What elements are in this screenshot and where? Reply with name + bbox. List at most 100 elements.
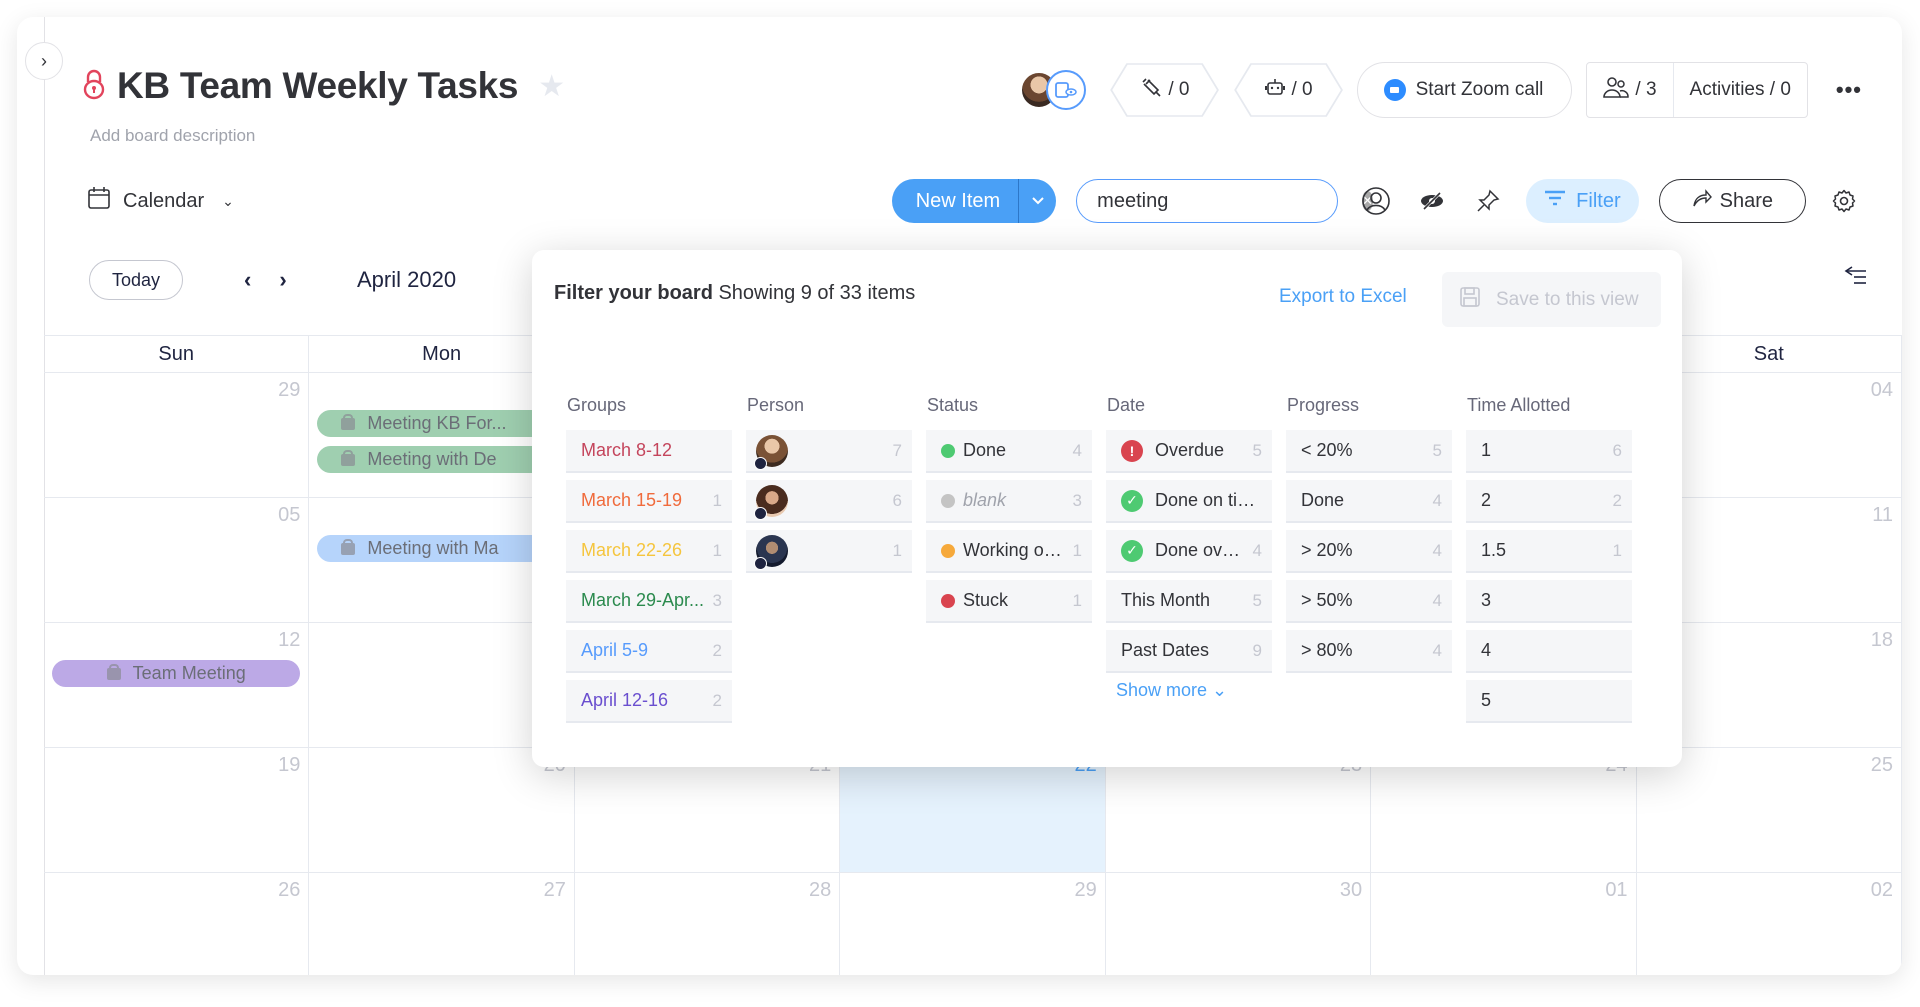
option-count: 5 xyxy=(1432,440,1442,460)
filter-option[interactable]: Past Dates 9 xyxy=(1106,630,1272,673)
board-subscribers[interactable] xyxy=(1020,70,1087,110)
filter-option[interactable]: April 12-16 2 xyxy=(566,680,732,723)
calendar-day-cell[interactable]: 05 xyxy=(44,498,310,623)
share-arrow-icon xyxy=(1692,189,1712,213)
settings-gear-icon[interactable] xyxy=(1826,183,1862,219)
calendar-day-cell[interactable]: 29 xyxy=(840,873,1106,975)
filter-column-date: Date! Overdue 5 ✓ Done on time ✓ Done overdue4… xyxy=(1106,395,1272,730)
option-label: March 29-Apr... xyxy=(581,590,705,610)
option-label: 3 xyxy=(1481,590,1492,610)
filter-option[interactable]: > 80% 4 xyxy=(1286,630,1452,673)
automations-button[interactable]: / 0 xyxy=(1233,63,1343,117)
calendar-day-cell[interactable]: 29 xyxy=(44,373,310,498)
save-to-view-button[interactable]: Save to this view xyxy=(1442,272,1661,327)
calendar-day-cell[interactable]: 19 xyxy=(44,748,310,873)
calendar-day-cell[interactable]: 20 xyxy=(309,748,575,873)
new-item-button[interactable]: New Item xyxy=(891,179,1057,223)
filter-option[interactable]: 6 xyxy=(746,480,912,523)
option-count: 1 xyxy=(1072,540,1082,560)
person-filter-icon[interactable] xyxy=(1358,183,1394,219)
members-activities-group: / 3 Activities / 0 xyxy=(1586,62,1808,118)
filter-option[interactable]: March 29-Apr... 3 xyxy=(566,580,732,623)
view-selector[interactable]: Calendar ⌄ xyxy=(87,177,234,225)
board-header: KB Team Weekly Tasks ★ xyxy=(83,65,565,107)
calendar-day-cell[interactable]: 28 xyxy=(575,873,841,975)
pin-icon[interactable] xyxy=(1470,183,1506,219)
calendar-day-cell[interactable]: 01 xyxy=(1371,873,1637,975)
person-avatar xyxy=(754,534,788,570)
option-count: 2 xyxy=(712,690,722,710)
filter-option[interactable]: Done 4 xyxy=(1286,480,1452,523)
status-dot-icon xyxy=(941,543,955,558)
calendar-day-cell[interactable]: 30 xyxy=(1106,873,1372,975)
filter-option[interactable]: > 50% 4 xyxy=(1286,580,1452,623)
board-title[interactable]: KB Team Weekly Tasks xyxy=(117,65,519,107)
calendar-day-cell[interactable]: 27 xyxy=(309,873,575,975)
filter-option[interactable]: 1 xyxy=(746,530,912,573)
integrations-button[interactable]: / 0 xyxy=(1110,63,1220,117)
calendar-day-cell[interactable]: 25 xyxy=(1636,748,1902,873)
filter-option[interactable]: > 20% 4 xyxy=(1286,530,1452,573)
filter-option[interactable]: March 22-26 1 xyxy=(566,530,732,573)
export-to-excel-link[interactable]: Export to Excel xyxy=(1279,286,1407,308)
calendar-day-cell[interactable]: 12 Team Meeting xyxy=(44,623,310,748)
board-description[interactable]: Add board description xyxy=(90,126,255,146)
expand-sidebar-button[interactable]: › xyxy=(25,42,63,80)
new-item-dropdown-chevron-icon[interactable] xyxy=(1018,179,1056,223)
more-options-icon[interactable]: ••• xyxy=(1836,77,1862,103)
favorite-star-icon[interactable]: ★ xyxy=(538,69,565,104)
filter-option[interactable]: ✓ Done overdue4 xyxy=(1106,530,1272,573)
calendar-event[interactable]: Team Meeting xyxy=(52,660,301,687)
filter-option[interactable]: This Month 5 xyxy=(1106,580,1272,623)
activities-button[interactable]: Activities / 0 xyxy=(1674,79,1807,101)
calendar-menu-icon[interactable] xyxy=(1844,264,1868,291)
filter-option[interactable]: Stuck 1 xyxy=(926,580,1092,623)
option-label: > 20% xyxy=(1301,540,1353,560)
filter-option[interactable]: March 15-19 1 xyxy=(566,480,732,523)
filter-option[interactable]: 4 xyxy=(1466,630,1632,673)
filter-option[interactable]: blank 3 xyxy=(926,480,1092,523)
filter-option[interactable]: 5 xyxy=(1466,680,1632,723)
new-item-label: New Item xyxy=(915,189,1001,212)
filter-option[interactable]: 22 xyxy=(1466,480,1632,523)
show-more-link[interactable]: Show more ⌄ xyxy=(1106,680,1272,701)
zoom-label: Start Zoom call xyxy=(1415,79,1544,100)
filter-option[interactable]: ✓ Done on time xyxy=(1106,480,1272,523)
filter-option[interactable]: April 5-9 2 xyxy=(566,630,732,673)
option-label: Stuck xyxy=(963,590,1009,610)
filter-button[interactable]: Filter xyxy=(1526,179,1639,223)
hide-columns-icon[interactable] xyxy=(1414,183,1450,219)
event-label: Team Meeting xyxy=(132,663,246,683)
calendar-day-cell[interactable]: 26 xyxy=(44,873,310,975)
share-label: Share xyxy=(1719,189,1773,212)
day-number: 11 xyxy=(1872,504,1893,526)
day-number: 04 xyxy=(1870,379,1893,401)
start-zoom-call-button[interactable]: Start Zoom call xyxy=(1356,62,1573,118)
share-button[interactable]: Share xyxy=(1658,179,1806,223)
filter-column-status: Status Done 4 blank 3 Working on it 1 Stuck 1 xyxy=(926,395,1092,730)
filter-option[interactable]: 3 xyxy=(1466,580,1632,623)
gift-icon xyxy=(341,538,356,555)
prev-month-icon[interactable]: ‹ xyxy=(244,267,251,293)
filter-option[interactable]: March 8-12 xyxy=(566,430,732,473)
calendar-day-cell[interactable]: 02 xyxy=(1637,873,1902,975)
search-field[interactable]: ✕ xyxy=(1076,179,1374,223)
option-label: 1.5 xyxy=(1481,540,1507,560)
search-input[interactable] xyxy=(1097,189,1363,213)
filter-option[interactable]: ! Overdue 5 xyxy=(1106,430,1272,473)
next-month-icon[interactable]: › xyxy=(279,267,286,293)
day-number: 12 xyxy=(278,629,301,651)
filter-option[interactable]: Working on it 1 xyxy=(926,530,1092,573)
filter-option[interactable]: 7 xyxy=(746,430,912,473)
filter-option[interactable]: < 20% 5 xyxy=(1286,430,1452,473)
option-count: 9 xyxy=(1252,640,1262,660)
filter-option[interactable]: 1.5 1 xyxy=(1466,530,1632,573)
day-number: 26 xyxy=(278,879,301,901)
today-button[interactable]: Today xyxy=(89,260,184,300)
gift-icon xyxy=(341,413,356,430)
members-button[interactable]: / 3 xyxy=(1587,63,1674,117)
filter-popup-title: Filter your board Showing 9 of 33 items xyxy=(554,282,915,305)
filter-option[interactable]: 16 xyxy=(1466,430,1632,473)
option-label: March 8-12 xyxy=(581,440,673,460)
filter-option[interactable]: Done 4 xyxy=(926,430,1092,473)
